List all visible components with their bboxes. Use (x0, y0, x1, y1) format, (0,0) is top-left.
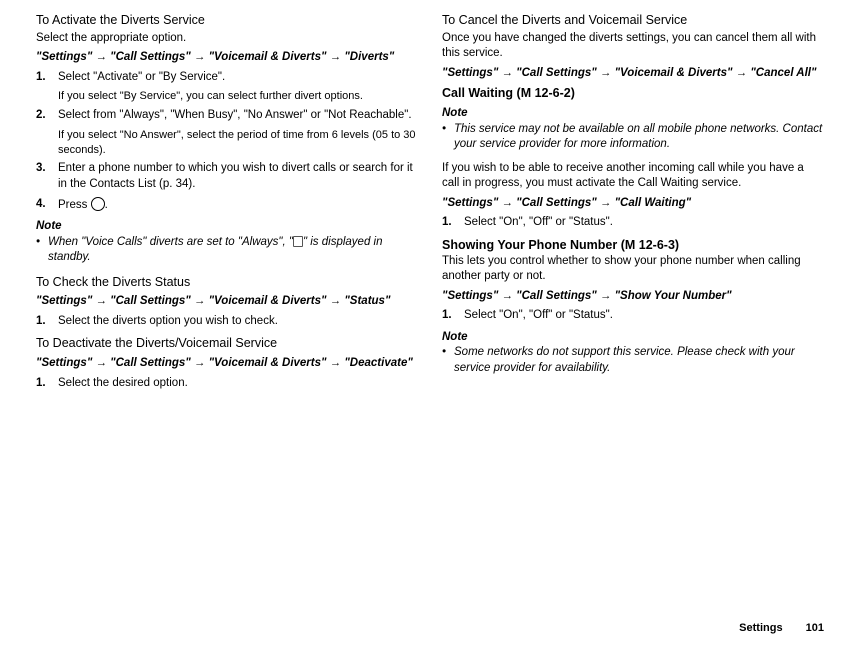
callwaiting-heading: Call Waiting (M 12-6-2) (442, 85, 824, 102)
step-text: Select "On", "Off" or "Status". (464, 216, 613, 228)
page-columns: To Activate the Diverts Service Select t… (36, 10, 824, 397)
step-text: Select the diverts option you wish to ch… (58, 315, 278, 327)
callwaiting-note: This service may not be available on all… (442, 122, 824, 153)
page-footer: Settings 101 (739, 621, 824, 636)
right-column: To Cancel the Diverts and Voicemail Serv… (442, 10, 824, 397)
check-title: To Check the Diverts Status (36, 274, 418, 291)
shownum-mcode: (M 12-6-3) (617, 238, 679, 252)
activate-note: When "Voice Calls" diverts are set to "A… (36, 235, 418, 266)
shownum-steps: Select "On", "Off" or "Status". (442, 308, 824, 324)
shownum-note: Some networks do not support this servic… (442, 345, 824, 376)
callwaiting-steps: Select "On", "Off" or "Status". (442, 215, 824, 231)
step-text-pre: Press (58, 199, 91, 211)
activate-path: "Settings" → "Call Settings" → "Voicemai… (36, 50, 418, 66)
activate-step-1-sub: If you select "By Service", you can sele… (58, 89, 418, 104)
shownum-intro: This lets you control whether to show yo… (442, 254, 824, 285)
check-steps: Select the diverts option you wish to ch… (36, 314, 418, 330)
footer-page: 101 (806, 622, 824, 634)
deactivate-title: To Deactivate the Diverts/Voicemail Serv… (36, 335, 418, 352)
check-path: "Settings" → "Call Settings" → "Voicemai… (36, 294, 418, 310)
step-text-post: . (105, 199, 108, 211)
callwaiting-mcode: (M 12-6-2) (513, 86, 575, 100)
cancel-title: To Cancel the Diverts and Voicemail Serv… (442, 12, 824, 29)
activate-note-label: Note (36, 219, 418, 235)
activate-title: To Activate the Diverts Service (36, 12, 418, 29)
shownum-step-1: Select "On", "Off" or "Status". (442, 308, 824, 324)
activate-step-1: Select "Activate" or "By Service". If yo… (36, 70, 418, 104)
deactivate-step-1: Select the desired option. (36, 376, 418, 392)
step-text: Enter a phone number to which you wish t… (58, 162, 413, 190)
shownum-note-label: Note (442, 330, 824, 346)
callwaiting-para: If you wish to be able to receive anothe… (442, 161, 824, 192)
shownum-heading: Showing Your Phone Number (M 12-6-3) (442, 237, 824, 254)
callwaiting-step-1: Select "On", "Off" or "Status". (442, 215, 824, 231)
step-text: Select "On", "Off" or "Status". (464, 309, 613, 321)
deactivate-steps: Select the desired option. (36, 376, 418, 392)
footer-section: Settings (739, 622, 782, 634)
shownum-title: Showing Your Phone Number (442, 238, 617, 252)
activate-intro: Select the appropriate option. (36, 31, 418, 47)
activate-step-3: Enter a phone number to which you wish t… (36, 161, 418, 192)
activate-step-2: Select from "Always", "When Busy", "No A… (36, 108, 418, 157)
cancel-intro: Once you have changed the diverts settin… (442, 31, 824, 62)
activate-step-2-sub: If you select "No Answer", select the pe… (58, 128, 418, 158)
shownum-note-item: Some networks do not support this servic… (442, 345, 824, 376)
shownum-path: "Settings" → "Call Settings" → "Show You… (442, 289, 824, 305)
activate-step-4: Press . (36, 197, 418, 214)
step-text: Select from "Always", "When Busy", "No A… (58, 109, 412, 121)
callwaiting-title: Call Waiting (442, 86, 513, 100)
step-text: Select "Activate" or "By Service". (58, 71, 225, 83)
note-pre: When "Voice Calls" diverts are set to "A… (48, 236, 293, 248)
callwaiting-note-item: This service may not be available on all… (442, 122, 824, 153)
left-column: To Activate the Diverts Service Select t… (36, 10, 418, 397)
cancel-path: "Settings" → "Call Settings" → "Voicemai… (442, 66, 824, 82)
center-key-icon (91, 197, 105, 211)
activate-note-item: When "Voice Calls" diverts are set to "A… (36, 235, 418, 266)
callwaiting-path: "Settings" → "Call Settings" → "Call Wai… (442, 196, 824, 212)
deactivate-path: "Settings" → "Call Settings" → "Voicemai… (36, 356, 418, 372)
divert-status-icon (293, 236, 303, 247)
step-text: Select the desired option. (58, 377, 188, 389)
callwaiting-note-label: Note (442, 106, 824, 122)
activate-steps: Select "Activate" or "By Service". If yo… (36, 70, 418, 213)
check-step-1: Select the diverts option you wish to ch… (36, 314, 418, 330)
